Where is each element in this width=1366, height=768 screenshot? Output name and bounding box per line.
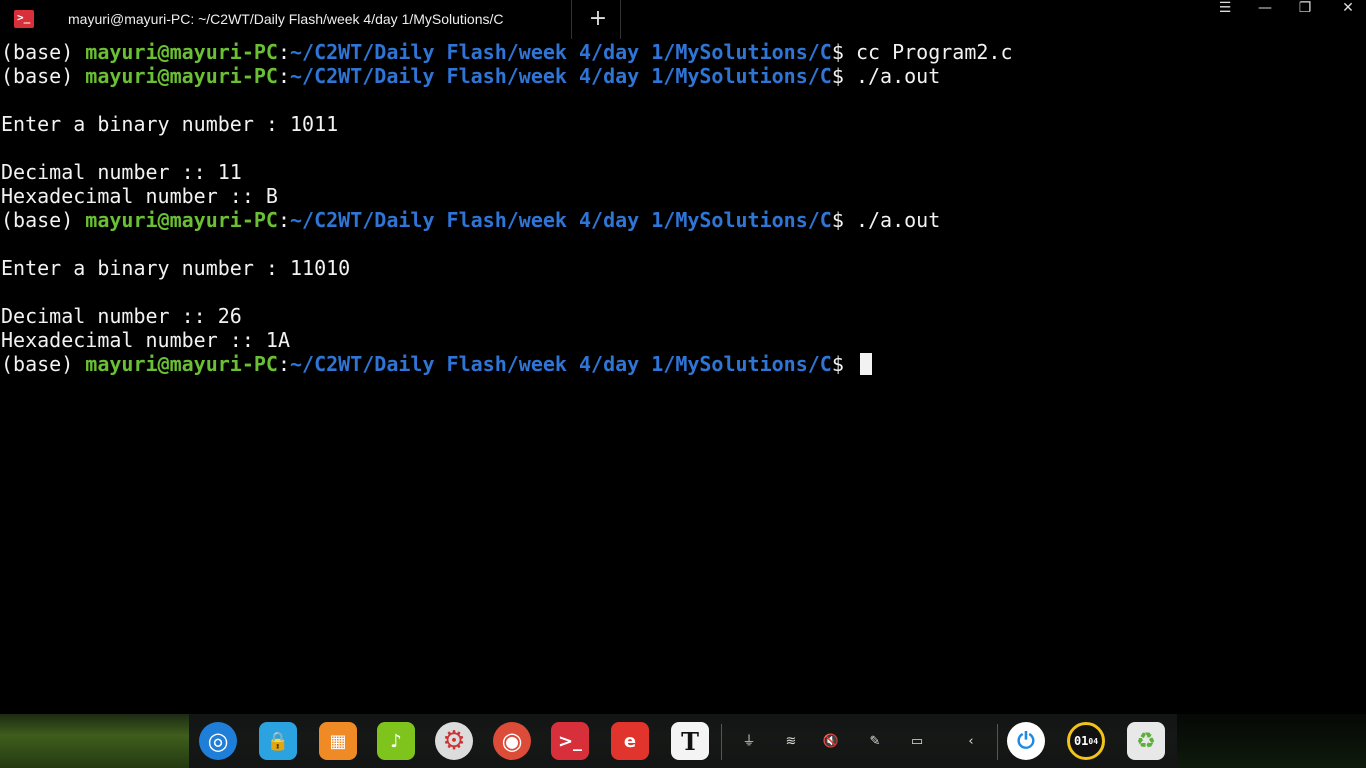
output-text: Enter a binary number : 11010 (1, 256, 351, 280)
terminal-line: Hexadecimal number :: B (1, 184, 1361, 208)
command-text: ./a.out (855, 64, 941, 88)
chevron-left-icon[interactable]: ‹ (959, 731, 983, 753)
tab-terminal[interactable]: mayuri@mayuri-PC: ~/C2WT/Daily Flash/wee… (50, 0, 572, 39)
terminal-icon[interactable]: >_ (551, 722, 589, 760)
prompt-path: ~/C2WT/Daily Flash/week 4/day 1/MySoluti… (290, 64, 832, 88)
settings-icon[interactable]: ⚙ (435, 722, 473, 760)
terminal-line: Hexadecimal number :: 1A (1, 328, 1361, 352)
usb-icon[interactable]: ⏚ (737, 731, 761, 753)
terminal-line: Enter a binary number : 1011 (1, 112, 1361, 136)
prompt-user: mayuri@mayuri-PC (85, 208, 278, 232)
prompt-colon: : (277, 64, 290, 88)
prompt-user: mayuri@mayuri-PC (85, 40, 278, 64)
output-text: Decimal number :: 26 (1, 304, 242, 328)
command-text: ./a.out (855, 208, 941, 232)
terminal-line: (base) mayuri@mayuri-PC:~/C2WT/Daily Fla… (1, 352, 1361, 376)
battery-icon[interactable]: ▭ (905, 731, 929, 753)
prompt-dollar: $ (831, 208, 856, 232)
prompt-path: ~/C2WT/Daily Flash/week 4/day 1/MySoluti… (290, 40, 832, 64)
prompt-colon: : (277, 352, 290, 376)
terminal-line: (base) mayuri@mayuri-PC:~/C2WT/Daily Fla… (1, 40, 1361, 64)
close-button[interactable]: ✕ (1328, 0, 1366, 39)
terminal-app-icon: >_ (14, 10, 34, 28)
new-tab-button[interactable]: + (576, 0, 621, 39)
launcher-icon[interactable]: ◎ (199, 722, 237, 760)
command-text: cc Program2.c (855, 40, 1013, 64)
prompt-dollar: $ (831, 352, 856, 376)
wps-icon[interactable]: e (611, 722, 649, 760)
wifi-icon[interactable]: ≋ (779, 731, 803, 753)
dock-separator (721, 724, 722, 760)
clock-widget[interactable]: 01 04 (1067, 722, 1105, 760)
clock-minute: 04 (1088, 736, 1099, 746)
text-cursor (859, 353, 872, 375)
prompt-colon: : (277, 208, 290, 232)
output-text: Enter a binary number : 1011 (1, 112, 339, 136)
terminal-line: (base) mayuri@mayuri-PC:~/C2WT/Daily Fla… (1, 208, 1361, 232)
text-editor-icon[interactable]: T (671, 722, 709, 760)
prompt-dollar: $ (831, 64, 856, 88)
output-text: Hexadecimal number :: B (1, 184, 278, 208)
terminal-output[interactable]: (base) mayuri@mayuri-PC:~/C2WT/Daily Fla… (1, 40, 1361, 710)
terminal-line: (base) mayuri@mayuri-PC:~/C2WT/Daily Fla… (1, 64, 1361, 88)
terminal-line: Decimal number :: 26 (1, 304, 1361, 328)
chrome-icon[interactable]: ◉ (493, 722, 531, 760)
title-bar: >_ mayuri@mayuri-PC: ~/C2WT/Daily Flash/… (0, 0, 1366, 39)
clock-hour: 01 (1073, 734, 1089, 748)
volume-mute-icon[interactable]: 🔇 (819, 731, 843, 753)
dock: ⏻ 01 04 ♻ ◎ 🔒 ▦ ♪ ⚙ ◉ >_ e T ⏚ ≋ 🔇 ✎ ▭ ‹ (189, 714, 1177, 768)
output-text: Hexadecimal number :: 1A (1, 328, 290, 352)
prompt-colon: : (277, 40, 290, 64)
file-manager-icon[interactable]: ▦ (319, 722, 357, 760)
maximize-button[interactable]: ❐ (1285, 0, 1325, 39)
minimize-button[interactable]: — (1245, 0, 1285, 39)
trash-icon[interactable]: ♻ (1127, 722, 1165, 760)
power-button[interactable]: ⏻ (1007, 722, 1045, 760)
brush-icon[interactable]: ✎ (863, 731, 887, 753)
wallpaper-right (1177, 714, 1366, 768)
music-icon[interactable]: ♪ (377, 722, 415, 760)
prompt-user: mayuri@mayuri-PC (85, 352, 278, 376)
dock-separator (997, 724, 998, 760)
prompt-dollar: $ (831, 40, 856, 64)
prompt-env: (base) (1, 64, 86, 88)
output-text: Decimal number :: 11 (1, 160, 242, 184)
prompt-env: (base) (1, 208, 86, 232)
prompt-glyph: >_ (17, 11, 31, 24)
prompt-env: (base) (1, 352, 86, 376)
prompt-user: mayuri@mayuri-PC (85, 64, 278, 88)
menu-button[interactable]: ☰ (1205, 0, 1245, 39)
prompt-path: ~/C2WT/Daily Flash/week 4/day 1/MySoluti… (290, 208, 832, 232)
app-store-icon[interactable]: 🔒 (259, 722, 297, 760)
terminal-line: Enter a binary number : 11010 (1, 256, 1361, 280)
terminal-line: Decimal number :: 11 (1, 160, 1361, 184)
prompt-path: ~/C2WT/Daily Flash/week 4/day 1/MySoluti… (290, 352, 832, 376)
prompt-env: (base) (1, 40, 86, 64)
